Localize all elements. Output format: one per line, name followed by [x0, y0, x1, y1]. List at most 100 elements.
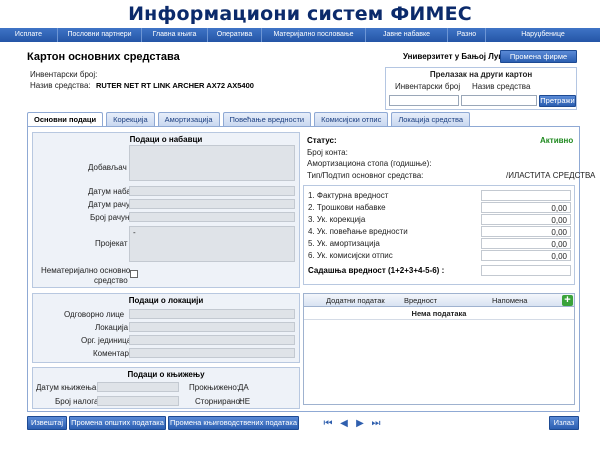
invoice-date-field — [129, 199, 295, 209]
menu-item-material[interactable]: Материјално пословање — [262, 28, 366, 42]
exit-button[interactable]: Излаз — [549, 416, 579, 430]
booking-section: Подаци о књижењу Датум књижења Број нало… — [32, 367, 300, 409]
value-row-3-field: 0,00 — [481, 214, 571, 225]
value-row-3-label: 3. Ук. корекција — [308, 215, 366, 224]
intangible-label-line2: средство — [94, 276, 128, 285]
asset-type-label: Тип/Подтип основног средства: — [307, 171, 424, 180]
location-header: Подаци о локацији — [128, 296, 204, 305]
grid-col-value: Вредност — [404, 296, 438, 305]
transfer-card-box: Прелазак на други картон Инвентарски бро… — [385, 67, 577, 110]
order-number-field — [97, 396, 179, 406]
value-row-6-label: 6. Ук. комисијски отпис — [308, 251, 393, 260]
search-button[interactable]: Претражи — [539, 95, 576, 107]
booking-header: Подаци о књижењу — [127, 370, 205, 379]
add-row-icon[interactable]: + — [562, 295, 573, 306]
supplier-field — [129, 145, 295, 181]
app-title: Информациони систем ФИМЕС — [128, 3, 472, 25]
org-unit-label: Орг. јединица — [81, 336, 132, 345]
grid-header: Додатни податак Вредност Напомена + — [304, 294, 574, 307]
value-row-3-value: 0,00 — [551, 216, 567, 225]
menu-item-general-ledger[interactable]: Главна књига — [142, 28, 208, 42]
value-row-6-field: 0,00 — [481, 250, 571, 261]
menu-item-operations[interactable]: Оперативa — [208, 28, 262, 42]
change-firm-button[interactable]: Промена фирме — [500, 50, 577, 63]
booking-date-field — [97, 382, 179, 392]
transfer-inv-input[interactable] — [389, 95, 459, 106]
app-title-bar: Информациони систем ФИМЕС — [0, 0, 600, 28]
status-label: Статус: — [307, 136, 337, 145]
acq-date-field — [129, 186, 295, 196]
value-row-4-field: 0,00 — [481, 226, 571, 237]
value-row-1-label: 1. Фактурна вредност — [308, 191, 389, 200]
value-row-5-value: 0,00 — [551, 240, 567, 249]
menu-item-payments[interactable]: Исплате — [0, 28, 58, 42]
value-row-4-value: 0,00 — [551, 228, 567, 237]
cancelled-label: Сторнирано: — [195, 397, 243, 406]
intangible-label-line1: Нематеријално основно — [41, 266, 131, 275]
change-general-data-button[interactable]: Промена општих података — [69, 416, 166, 430]
tab-correction[interactable]: Корекција — [106, 112, 155, 126]
grid-col-note: Напомена — [492, 296, 528, 305]
value-row-2-value: 0,00 — [551, 204, 567, 213]
value-row-2-field: 0,00 — [481, 202, 571, 213]
next-page-icon[interactable]: ▶ — [355, 419, 365, 429]
extra-data-grid: Додатни податак Вредност Напомена + Нема… — [303, 293, 575, 405]
firm-name: Универзитет у Бањој Луци — [403, 52, 509, 61]
status-value: Активно — [540, 136, 574, 145]
last-page-icon[interactable]: ⏭ — [371, 419, 381, 429]
acquisition-section: Подаци о набавци Добављач Датум набавке … — [32, 132, 300, 288]
tab-bar: Основни подаци Корекција Амортизација По… — [27, 112, 473, 127]
location-label: Локација — [95, 323, 129, 332]
intangible-checkbox[interactable] — [130, 270, 138, 278]
booking-date-label: Датум књижења — [36, 383, 97, 392]
account-label: Број конта: — [307, 148, 348, 157]
change-accounting-data-button[interactable]: Промена књиговодствених података — [168, 416, 299, 430]
tab-value-increase[interactable]: Повећање вредности — [222, 112, 312, 126]
main-content: Картон основних средстава Инвентарски бр… — [0, 42, 600, 450]
invoice-number-label: Број рачуна — [90, 213, 134, 222]
transfer-name-input[interactable] — [461, 95, 537, 106]
comment-label: Коментар — [93, 349, 129, 358]
asset-name-value: RUTER NET RT LINK ARCHER AX72 AX5400 — [96, 81, 254, 90]
inventory-label: Инвентарски број: — [30, 70, 98, 79]
project-field: - — [129, 226, 295, 262]
comment-field — [129, 348, 295, 358]
depreciation-rate-label: Амортизациона стопа (годишње): — [307, 159, 432, 168]
tab-asset-location[interactable]: Локација средства — [391, 112, 471, 126]
invoice-number-field — [129, 212, 295, 222]
value-row-5-field: 0,00 — [481, 238, 571, 249]
menu-item-orders[interactable]: Наруџбенице — [486, 28, 600, 42]
previous-page-icon[interactable]: ◀ — [339, 419, 349, 429]
value-row-1-field — [481, 190, 571, 201]
responsible-field — [129, 309, 295, 319]
transfer-name-label: Назив средства — [472, 82, 531, 91]
grid-col-extra: Додатни податак — [326, 296, 385, 305]
tab-write-off[interactable]: Комисијски отпис — [314, 112, 389, 126]
tab-basic-data[interactable]: Основни подаци — [27, 112, 104, 127]
first-page-icon[interactable]: ⏮ — [323, 419, 333, 429]
main-menu: Исплате Пословни партнери Главна књига О… — [0, 28, 600, 42]
value-row-5-label: 5. Ук. амортизација — [308, 239, 380, 248]
menu-item-misc[interactable]: Разно — [448, 28, 486, 42]
asset-type-value: /ИЛАСТИТА СРЕДСТВА — [506, 171, 596, 180]
current-value-field — [481, 265, 571, 276]
menu-item-public-procurement[interactable]: Јавне набавке — [366, 28, 448, 42]
tab-depreciation[interactable]: Амортизација — [157, 112, 220, 126]
cancelled-value: НЕ — [239, 397, 251, 406]
booked-value: ДА — [238, 383, 249, 392]
transfer-title: Прелазак на други картон — [429, 70, 533, 79]
project-value: - — [133, 228, 136, 237]
supplier-label: Добављач — [88, 163, 127, 172]
report-button[interactable]: Извештај — [27, 416, 67, 430]
menu-item-partners[interactable]: Пословни партнери — [58, 28, 142, 42]
location-section: Подаци о локацији Одговорно лице Локациј… — [32, 293, 300, 363]
responsible-label: Одговорно лице — [64, 310, 125, 319]
value-row-4-label: 4. Ук. повећање вредности — [308, 227, 408, 236]
acquisition-header: Подаци о набавци — [129, 135, 203, 144]
org-unit-field — [129, 335, 295, 345]
project-label: Пројекат — [95, 239, 128, 248]
current-value-label: Садашња вредност (1+2+3+4-5-6) : — [308, 266, 445, 275]
booked-label: Прокњижено: — [189, 383, 240, 392]
values-box: 1. Фактурна вредност 2. Трошкови набавке… — [303, 185, 575, 285]
page-title: Картон основних средстава — [27, 51, 180, 63]
